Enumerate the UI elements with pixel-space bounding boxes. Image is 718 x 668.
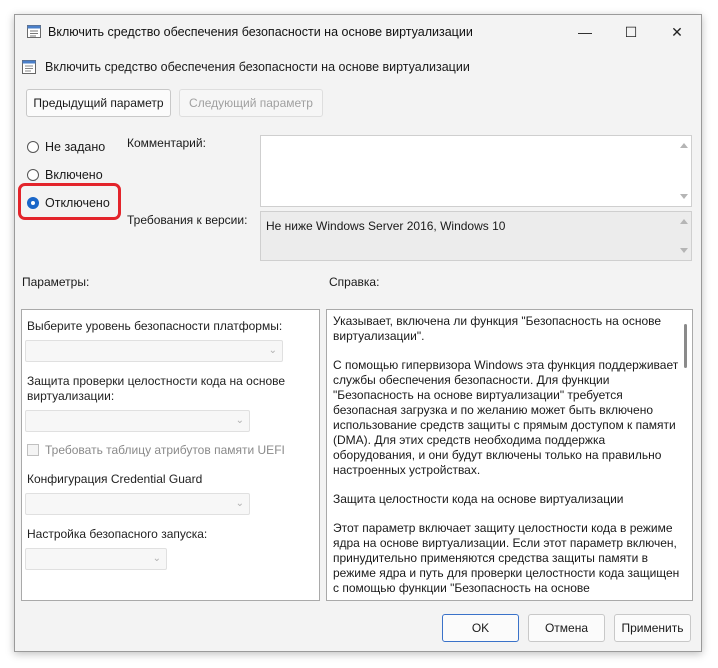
help-panel[interactable]: Указывает, включена ли функция "Безопасн… [326, 309, 693, 601]
help-paragraph: Защита целостности кода на основе виртуа… [333, 492, 624, 506]
maximize-button[interactable]: ☐ [608, 15, 654, 49]
scroll-up-icon[interactable] [680, 143, 688, 148]
scroll-down-icon[interactable] [680, 248, 688, 253]
code-integrity-dropdown[interactable]: ⌄ [25, 410, 250, 432]
checkbox-box[interactable] [27, 444, 39, 456]
policy-name: Включить средство обеспечения безопаснос… [45, 60, 470, 74]
help-scrollbar[interactable] [680, 310, 692, 600]
version-value: Не ниже Windows Server 2016, Windows 10 [266, 219, 506, 233]
radio-not-configured[interactable]: Не задано [27, 140, 105, 154]
platform-security-dropdown[interactable]: ⌄ [25, 340, 283, 362]
version-field: Не ниже Windows Server 2016, Windows 10 [260, 211, 692, 261]
window-title: Включить средство обеспечения безопаснос… [48, 25, 473, 39]
comment-label: Комментарий: [127, 136, 206, 150]
help-paragraph: Указывает, включена ли функция "Безопасн… [333, 314, 662, 343]
version-label: Требования к версии: [127, 213, 248, 227]
uefi-checkbox[interactable]: Требовать таблицу атрибутов памяти UEFI [27, 443, 285, 457]
cancel-button[interactable]: Отмена [528, 614, 605, 642]
ok-button[interactable]: OK [442, 614, 519, 642]
secure-launch-dropdown[interactable]: ⌄ [25, 548, 167, 570]
parameters-label: Параметры: [22, 275, 90, 289]
policy-settings-icon [27, 25, 41, 38]
selection-highlight-frame [18, 183, 121, 220]
close-button[interactable]: ✕ [654, 15, 700, 49]
credential-guard-dropdown[interactable]: ⌄ [25, 493, 250, 515]
radio-circle[interactable] [27, 169, 39, 181]
help-label: Справка: [329, 275, 380, 289]
radio-label-not-configured: Не задано [45, 140, 106, 154]
next-setting-button[interactable]: Следующий параметр [179, 89, 323, 117]
help-paragraph: С помощью гипервизора Windows эта функци… [333, 358, 679, 477]
platform-security-label: Выберите уровень безопасности платформы: [27, 319, 283, 333]
scroll-down-icon[interactable] [680, 194, 688, 199]
chevron-down-icon: ⌄ [235, 498, 244, 509]
policy-document-icon [22, 60, 36, 74]
chevron-down-icon: ⌄ [152, 553, 161, 564]
chevron-down-icon: ⌄ [268, 345, 277, 356]
comment-scrollbar[interactable] [677, 136, 691, 206]
secure-launch-label: Настройка безопасного запуска: [27, 527, 208, 541]
code-integrity-label-line1: Защита проверки целостности кода на осно… [27, 374, 286, 388]
parameters-panel: Выберите уровень безопасности платформы:… [21, 309, 320, 601]
minimize-button[interactable]: — [562, 15, 608, 49]
chevron-down-icon: ⌄ [235, 415, 244, 426]
version-scrollbar[interactable] [677, 212, 691, 260]
radio-enabled[interactable]: Включено [27, 168, 103, 182]
comment-textarea[interactable] [260, 135, 692, 207]
previous-setting-button[interactable]: Предыдущий параметр [26, 89, 171, 117]
help-paragraph: Этот параметр включает защиту целостност… [333, 521, 680, 595]
radio-label-enabled: Включено [45, 168, 103, 182]
radio-circle[interactable] [27, 141, 39, 153]
apply-button[interactable]: Применить [614, 614, 691, 642]
help-text: Указывает, включена ли функция "Безопасн… [333, 314, 681, 600]
policy-dialog-window: Включить средство обеспечения безопаснос… [14, 14, 702, 652]
uefi-checkbox-label: Требовать таблицу атрибутов памяти UEFI [45, 443, 285, 457]
code-integrity-label-line2: виртуализации: [27, 389, 115, 403]
credential-guard-label: Конфигурация Credential Guard [27, 472, 203, 486]
policy-header: Включить средство обеспечения безопаснос… [21, 59, 470, 75]
scrollbar-thumb[interactable] [684, 324, 687, 368]
title-bar[interactable]: Включить средство обеспечения безопаснос… [15, 15, 701, 49]
scroll-up-icon[interactable] [680, 219, 688, 224]
